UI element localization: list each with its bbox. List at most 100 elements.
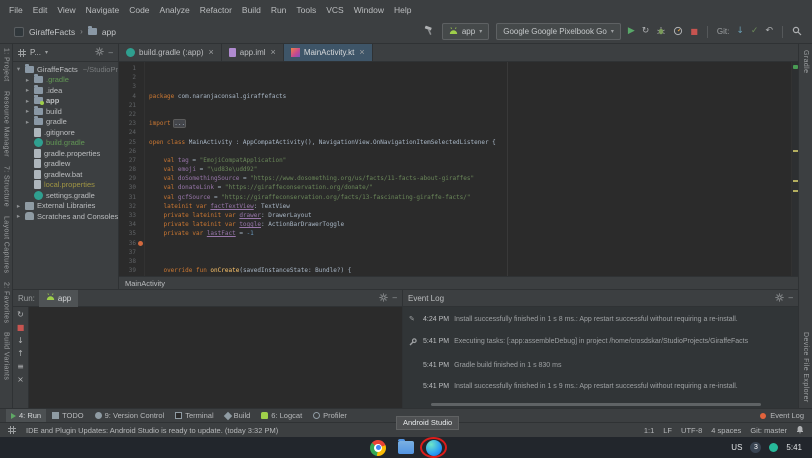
code-area[interactable]: package com.naranjaconsal.giraffefacts im… [145,62,791,276]
code-line[interactable] [149,128,791,137]
project-tree-item-settings-gradle[interactable]: settings.gradle [13,190,118,201]
menu-item-edit[interactable]: Edit [28,3,53,17]
toolwindow-tab-profiler[interactable]: Profiler [308,409,352,422]
tool-button-gradle[interactable]: Gradle [802,50,809,73]
code-line[interactable] [149,101,791,110]
tool-button-device-file-explorer[interactable]: Device File Explorer [802,332,809,403]
project-tree-item-gradlew-bat[interactable]: gradlew.bat [13,169,118,180]
project-tree-item-giraffefacts[interactable]: ▾GiraffeFacts~/StudioProje [13,64,118,75]
gutter-line[interactable]: 1 [119,64,136,73]
status-message[interactable]: IDE and Plugin Updates: Android Studio i… [26,426,278,435]
toolwindow-tab-9-version-control[interactable]: 9: Version Control [90,409,170,422]
notification-badge[interactable]: 3 [750,442,761,453]
gutter-line[interactable]: 27 [119,156,136,165]
code-line[interactable]: private lateinit var toggle: ActionBarDr… [149,220,791,229]
gear-icon[interactable] [95,47,104,58]
gutter-line[interactable]: 2 [119,73,136,82]
project-tree-item-scratches-and-consoles[interactable]: ▸Scratches and Consoles [13,211,118,222]
chevron-right-icon[interactable]: ▸ [24,76,31,84]
gutter-line[interactable]: 25 [119,138,136,147]
event-log-button[interactable]: Event Log [760,411,806,420]
hide-panel-icon[interactable]: – [109,49,113,57]
gutter-line[interactable]: 35 [119,229,136,238]
file-manager-icon[interactable] [398,441,414,454]
gutter-line[interactable]: 21 [119,101,136,110]
tool-button-2-favorites[interactable]: 2: Favorites [3,282,10,323]
git-branch[interactable]: Git: master [750,426,787,435]
toolwindow-switcher-icon[interactable] [8,426,16,434]
run-tab-app[interactable]: app [39,290,78,307]
horizontal-scrollbar[interactable] [431,403,761,406]
chevron-down-icon[interactable]: ▾ [45,49,48,56]
android-studio-launcher[interactable] [426,440,442,456]
gutter-line[interactable]: 23 [119,119,136,128]
event-log-entry[interactable]: 5:41 PMGradle build finished in 1 s 830 … [409,362,792,369]
project-tree-item-gitignore[interactable]: .gitignore [13,127,118,138]
menu-item-code[interactable]: Code [124,3,154,17]
gutter-line[interactable]: 39 [119,266,136,275]
hide-panel-icon[interactable]: – [393,294,397,302]
toolwindow-tab-6-logcat[interactable]: 6: Logcat [256,409,307,422]
gutter-line[interactable]: 31 [119,193,136,202]
menu-item-help[interactable]: Help [389,3,416,17]
gutter-line[interactable]: 29 [119,174,136,183]
build-hammer-icon[interactable] [424,23,435,41]
event-log-content[interactable]: ✎4:24 PMInstall successfully finished in… [403,307,798,408]
chevron-right-icon[interactable]: ▸ [15,212,22,220]
hide-panel-icon[interactable]: – [789,294,793,302]
project-tree-item-idea[interactable]: ▸.idea [13,85,118,96]
toolwindow-tab-4-run[interactable]: 4: Run [6,409,46,422]
close-icon[interactable]: × [271,48,276,57]
gutter-line[interactable]: 22 [119,110,136,119]
run-button[interactable]: ▶ [628,27,635,36]
chevron-right-icon[interactable]: ▸ [24,107,31,115]
gutter-line[interactable]: 24 [119,128,136,137]
project-tree-item-gradle[interactable]: ▸gradle [13,117,118,128]
run-config-selector[interactable]: app ▾ [442,23,489,40]
debug-button[interactable] [656,23,666,41]
project-tree-item-gradle-properties[interactable]: gradle.properties [13,148,118,159]
editor-gutter[interactable]: 1234212223242526272829303132333435363738… [119,62,145,276]
code-line[interactable]: import ... [149,119,791,128]
tool-button-build-variants[interactable]: Build Variants [3,332,10,380]
tray-icon[interactable] [769,443,778,452]
project-panel-title[interactable]: P... [30,48,41,57]
code-line[interactable] [149,257,791,266]
menu-item-analyze[interactable]: Analyze [155,3,195,17]
error-stripe[interactable] [791,62,798,276]
code-line[interactable]: lateinit var factTextView: TextView [149,202,791,211]
scroll-up-icon[interactable]: ↑ [17,350,24,358]
project-tree-item-build-gradle[interactable]: build.gradle [13,138,118,149]
project-tree-item-local-properties[interactable]: local.properties [13,180,118,191]
toolwindow-tab-todo[interactable]: TODO [47,409,89,422]
file-encoding[interactable]: UTF-8 [681,426,702,435]
menu-item-navigate[interactable]: Navigate [81,3,125,17]
project-tree-item-gradlew[interactable]: gradlew [13,159,118,170]
code-line[interactable]: private var lastFact = -1 [149,229,791,238]
stop-button[interactable]: ■ [690,28,698,36]
apply-changes-button[interactable]: ↻ [642,27,650,36]
event-log-entry[interactable]: ✎4:24 PMInstall successfully finished in… [409,316,792,324]
close-icon[interactable]: × [359,48,364,57]
chrome-icon[interactable] [370,440,386,456]
code-line[interactable] [149,248,791,257]
tool-button-7-structure[interactable]: 7: Structure [3,166,10,207]
gutter-line[interactable]: 26 [119,147,136,156]
git-revert-button[interactable]: ↶ [765,27,773,36]
tool-button-resource-manager[interactable]: Resource Manager [3,91,10,157]
editor-breadcrumb[interactable]: MainActivity [125,279,165,288]
gutter-line[interactable]: 34 [119,220,136,229]
keyboard-layout-indicator[interactable]: US [731,443,742,452]
run-console[interactable] [29,307,402,408]
code-line[interactable]: package com.naranjaconsal.giraffefacts [149,92,791,101]
project-tree-item-app[interactable]: ▸app [13,96,118,107]
gutter-line[interactable]: 28 [119,165,136,174]
menu-item-run[interactable]: Run [266,3,292,17]
rerun-icon[interactable]: ↻ [17,311,24,319]
code-line[interactable]: val tag = "EmojiCompatApplication" [149,156,791,165]
tool-button-layout-captures[interactable]: Layout Captures [3,216,10,273]
breadcrumb-project[interactable]: GiraffeFacts [29,27,75,37]
chevron-right-icon[interactable]: ▸ [24,118,31,126]
breadcrumb-module[interactable]: app [102,27,116,37]
clock[interactable]: 5:41 [786,443,802,452]
